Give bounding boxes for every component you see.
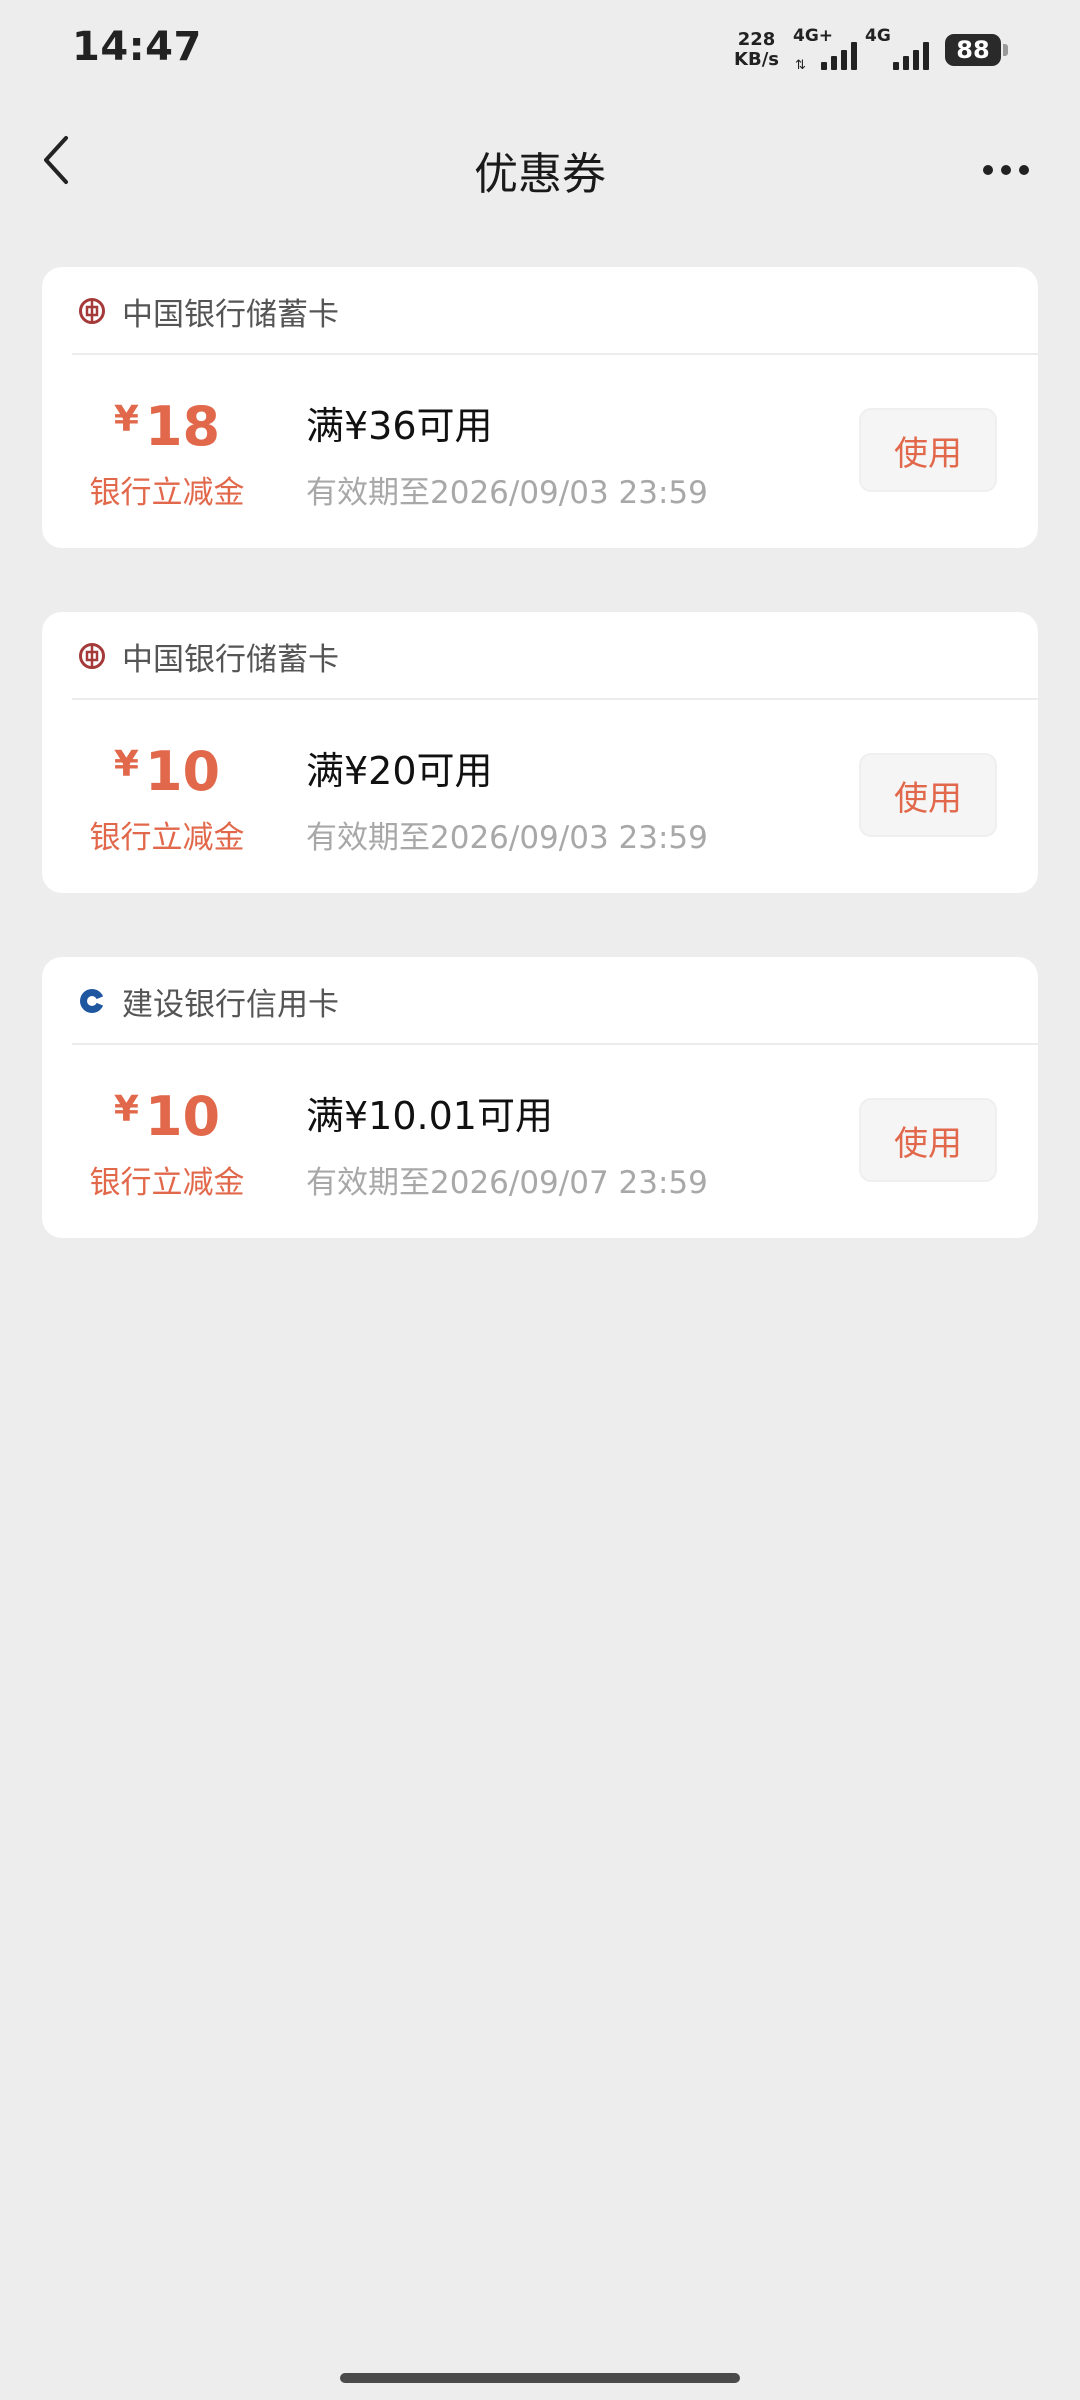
status-bar: 14:47 228 KB/s 4G+ ⇅ 4G 88 <box>0 0 1080 96</box>
status-time: 14:47 <box>72 24 202 70</box>
page-title: 优惠券 <box>474 149 606 200</box>
signal-4g-plus-icon: 4G+ ⇅ <box>793 26 857 73</box>
currency-symbol: ¥ <box>113 1089 139 1130</box>
coupon-type-label: 银行立减金 <box>89 475 245 511</box>
ccb-logo-icon <box>80 989 104 1013</box>
coupon-condition: 满¥20可用 <box>306 749 493 793</box>
network-speed-unit: KB/s <box>734 49 779 70</box>
divider <box>72 698 1038 700</box>
use-button[interactable]: 使用 <box>859 1098 997 1182</box>
signal-bars-icon <box>893 42 929 70</box>
coupon-condition: 满¥10.01可用 <box>306 1094 553 1138</box>
coupon-amount: ¥10 <box>82 1085 252 1148</box>
signal-bars-icon <box>821 42 857 70</box>
signal-4g-label: 4G <box>865 26 891 46</box>
bank-name: 中国银行储蓄卡 <box>122 297 339 333</box>
coupon-card: 中国银行储蓄卡 ¥10 银行立减金 满¥20可用 有效期至2026/09/03 … <box>42 612 1038 893</box>
use-button[interactable]: 使用 <box>859 753 997 837</box>
more-dots-icon <box>983 165 1029 175</box>
battery-level: 88 <box>945 34 1001 66</box>
amount-value: 10 <box>144 1085 221 1148</box>
amount-value: 10 <box>144 740 221 803</box>
coupon-amount: ¥18 <box>82 395 252 458</box>
amount-value: 18 <box>144 395 221 458</box>
battery-icon: 88 <box>945 34 1008 66</box>
coupon-card-header: 中国银行储蓄卡 <box>42 612 1038 698</box>
coupon-card: 建设银行信用卡 ¥10 银行立减金 满¥10.01可用 有效期至2026/09/… <box>42 957 1038 1238</box>
coupon-validity: 有效期至2026/09/07 23:59 <box>306 1165 708 1201</box>
coupon-validity: 有效期至2026/09/03 23:59 <box>306 820 708 856</box>
currency-symbol: ¥ <box>113 399 139 440</box>
coupon-card-header: 建设银行信用卡 <box>42 957 1038 1043</box>
network-speed-value: 228 <box>737 29 776 50</box>
signal-4g-icon: 4G <box>865 26 929 72</box>
boc-logo-icon <box>79 643 105 669</box>
home-indicator[interactable] <box>340 2373 740 2383</box>
use-button[interactable]: 使用 <box>859 408 997 492</box>
divider <box>72 353 1038 355</box>
status-indicators: 228 KB/s 4G+ ⇅ 4G 88 <box>734 26 1008 74</box>
coupon-type-label: 银行立减金 <box>89 820 245 856</box>
coupon-card: 中国银行储蓄卡 ¥18 银行立减金 满¥36可用 有效期至2026/09/03 … <box>42 267 1038 548</box>
coupon-condition: 满¥36可用 <box>306 404 493 448</box>
coupon-amount: ¥10 <box>82 740 252 803</box>
data-arrows-icon: ⇅ <box>795 58 806 73</box>
bank-name: 中国银行储蓄卡 <box>122 642 339 678</box>
coupon-card-header: 中国银行储蓄卡 <box>42 267 1038 353</box>
coupon-type-label: 银行立减金 <box>89 1165 245 1201</box>
more-button[interactable] <box>978 150 1038 190</box>
boc-logo-icon <box>79 298 105 324</box>
coupon-validity: 有效期至2026/09/03 23:59 <box>306 475 708 511</box>
network-speed: 228 KB/s <box>734 30 779 70</box>
bank-name: 建设银行信用卡 <box>122 987 339 1023</box>
divider <box>72 1043 1038 1045</box>
battery-tip <box>1003 44 1008 56</box>
currency-symbol: ¥ <box>113 744 139 785</box>
